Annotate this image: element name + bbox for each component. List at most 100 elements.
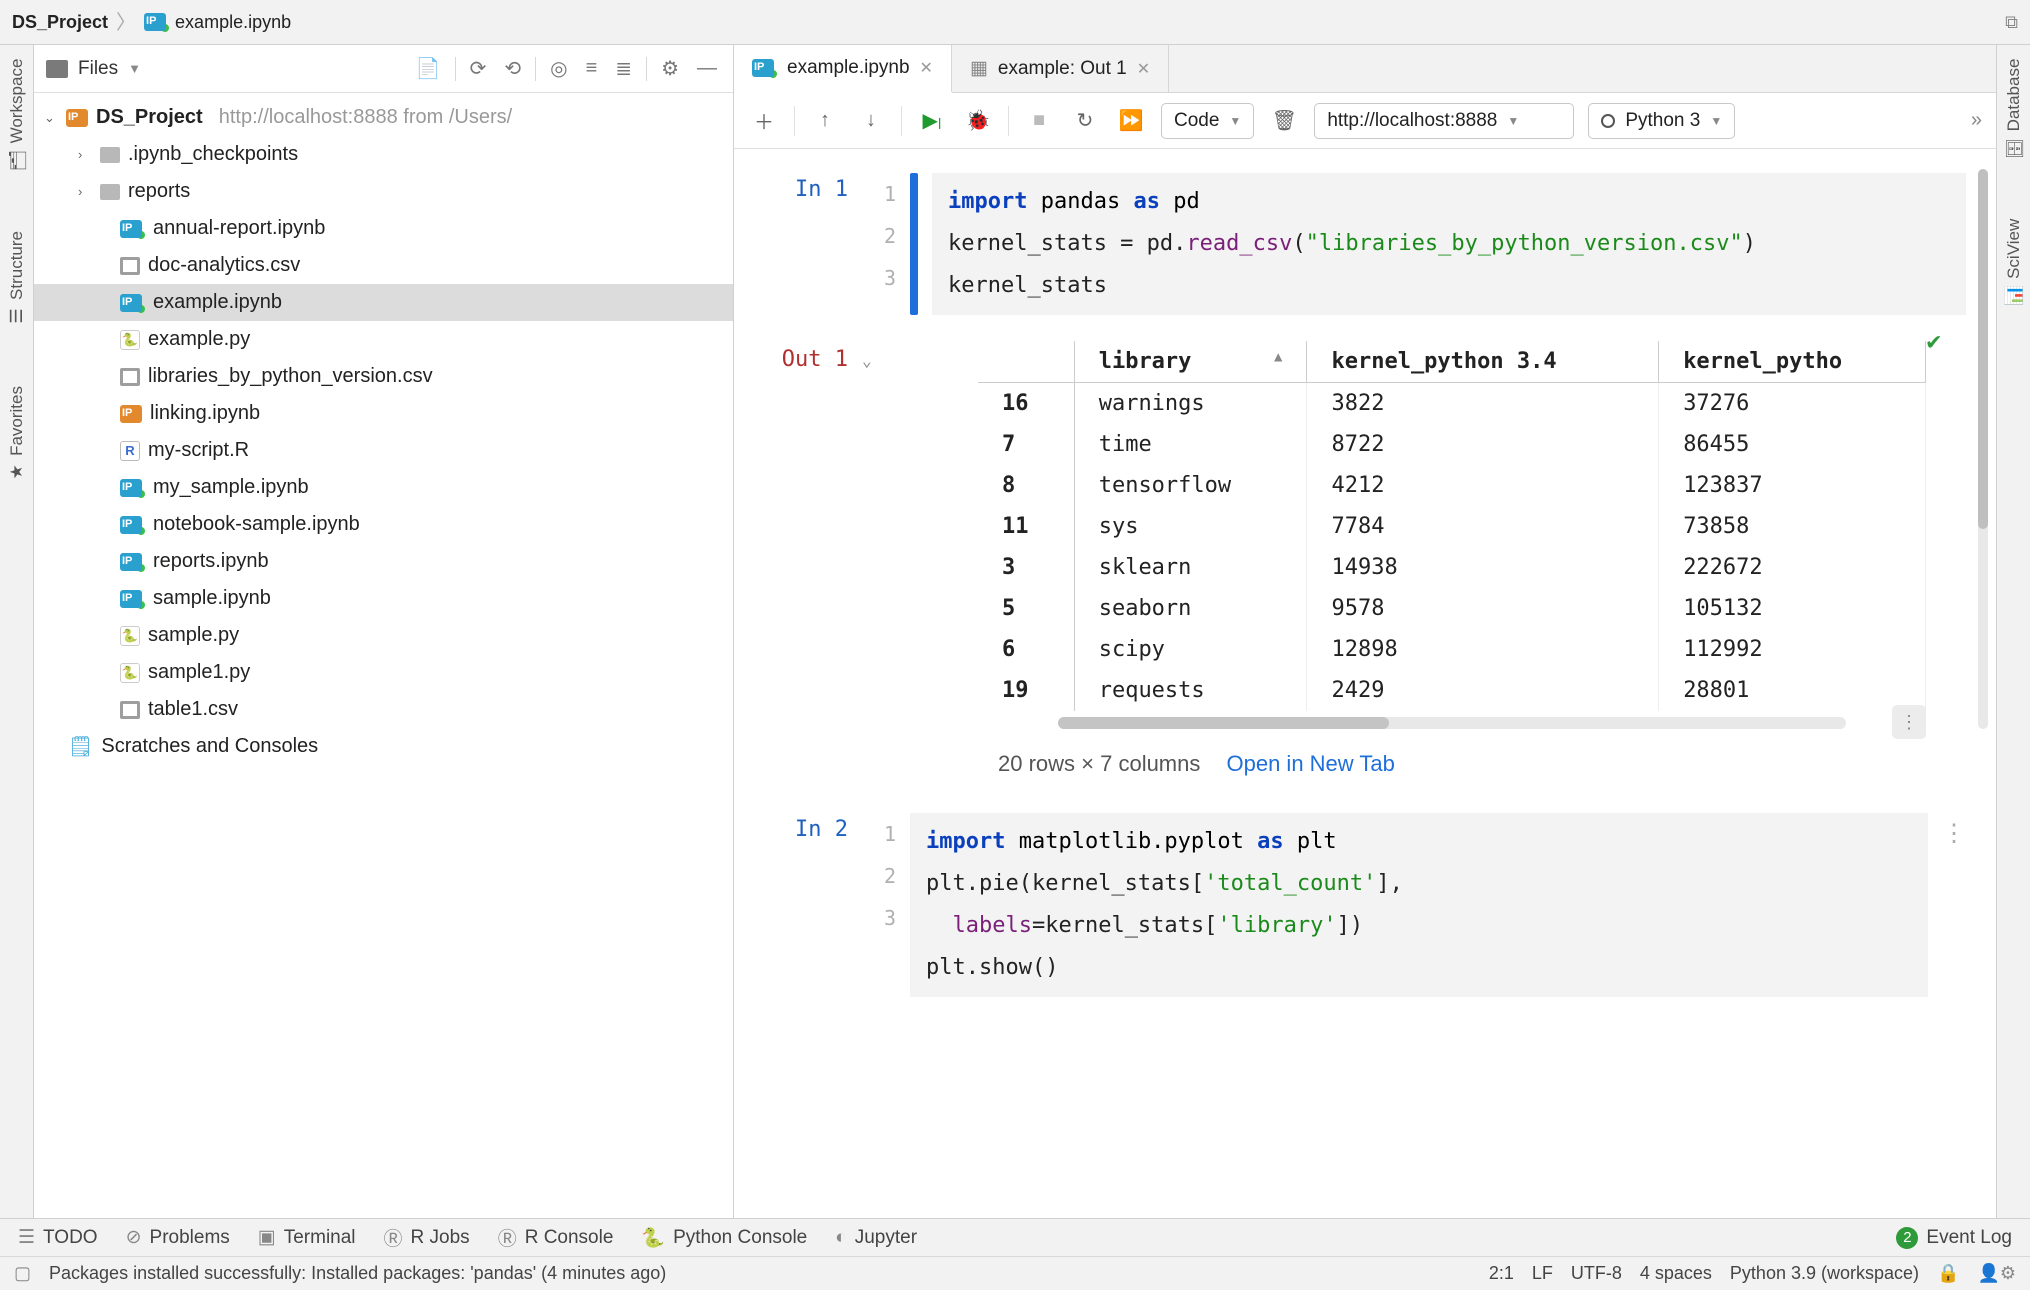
breadcrumb[interactable]: DS_Project 〉 example.ipynb [12,6,291,39]
editor-tab[interactable]: example.ipynb ✕ [734,45,952,93]
restart-kernel-icon[interactable]: ↻ [1069,105,1101,137]
table-row[interactable]: 19 requests 2429 28801 [978,670,1926,711]
cell-more-actions-icon[interactable]: ⋮ [1942,819,1966,997]
tree-root[interactable]: ⌄ DS_Project http://localhost:8888 from … [34,99,733,136]
rail-database[interactable]: 🗄Database [2004,53,2024,165]
tw-python-console[interactable]: 🐍Python Console [641,1226,807,1250]
table-header[interactable]: kernel_pytho [1659,341,1926,383]
chevron-down-icon[interactable]: ▼ [128,61,141,76]
sort-indicator-icon[interactable]: ▲ [1274,349,1282,365]
code-cell-2[interactable]: In 2 123 import matplotlib.pyplot as plt… [768,813,1966,997]
tree-item[interactable]: libraries_by_python_version.csv [34,358,733,395]
lock-icon[interactable]: 🔒 [1937,1263,1959,1284]
add-cell-icon[interactable]: ＋ [748,105,780,137]
tree-item[interactable]: reports.ipynb [34,543,733,580]
breadcrumb-project[interactable]: DS_Project [12,12,108,33]
vertical-scrollbar[interactable] [1978,169,1988,729]
move-cell-up-icon[interactable]: ↑ [809,105,841,137]
tree-item[interactable]: notebook-sample.ipynb [34,506,733,543]
status-line-sep[interactable]: LF [1532,1263,1553,1284]
table-header[interactable]: kernel_python 3.4 [1307,341,1659,383]
hide-pane-icon[interactable]: — [693,55,721,82]
table-row[interactable]: 7 time 8722 86455 [978,424,1926,465]
tree-item[interactable]: annual-report.ipynb [34,210,733,247]
run-all-icon[interactable]: ⏩ [1115,105,1147,137]
table-row[interactable]: 16 warnings 3822 37276 [978,383,1926,425]
status-tool-windows-icon[interactable]: ▢ [14,1263,31,1284]
ide-settings-icon[interactable]: 👤⚙ [1977,1263,2016,1284]
tree-item[interactable]: sample.ipynb [34,580,733,617]
delete-cell-icon[interactable]: 🗑 [1268,105,1300,137]
tw-r-console[interactable]: ⓇR Console [498,1224,614,1251]
project-view-selector[interactable]: Files [78,58,118,80]
run-cell-icon[interactable]: ▶ꟾ [916,105,948,137]
output-more-actions-icon[interactable]: ⋮ [1892,705,1926,739]
tree-item[interactable]: › reports [34,173,733,210]
table-row[interactable]: 5 seaborn 9578 105132 [978,588,1926,629]
locate-icon[interactable]: ◎ [546,54,571,83]
table-header[interactable] [978,341,1074,383]
debug-icon[interactable]: 🐞 [962,105,994,137]
rail-workspace[interactable]: 🗂Workspace [7,53,27,177]
tree-item[interactable]: my-script.R [34,432,733,469]
twisty-icon[interactable]: › [78,184,92,199]
rail-structure[interactable]: ☰Structure [7,225,27,332]
tree-item[interactable]: sample1.py [34,654,733,691]
server-selector[interactable]: http://localhost:8888▼ [1314,103,1574,139]
status-interpreter[interactable]: Python 3.9 (workspace) [1730,1263,1919,1284]
code-editor[interactable]: import matplotlib.pyplot as plt plt.pie(… [910,813,1928,997]
tree-scratches[interactable]: 🗒 Scratches and Consoles [34,728,733,765]
code-cell-1[interactable]: In 1 123 import pandas as pd kernel_stat… [768,173,1966,315]
close-tab-icon[interactable]: ✕ [1137,59,1150,79]
horizontal-scrollbar[interactable] [1058,717,1846,729]
tw-jupyter[interactable]: ◐Jupyter [835,1227,917,1249]
expand-all-icon[interactable]: ≡ [582,55,602,82]
notebook-editor[interactable]: ✔ In 1 123 import pandas as pd kernel_st… [734,149,1996,1218]
status-indent[interactable]: 4 spaces [1640,1263,1712,1284]
rail-favorites[interactable]: ★Favorites [7,380,27,488]
tree-item[interactable]: › .ipynb_checkpoints [34,136,733,173]
tw-terminal[interactable]: ▣Terminal [258,1226,356,1249]
table-row[interactable]: 11 sys 7784 73858 [978,506,1926,547]
twisty-icon[interactable]: › [78,147,92,162]
tw-event-log[interactable]: 2Event Log [1896,1227,2012,1249]
move-cell-down-icon[interactable]: ↓ [855,105,887,137]
status-caret-pos[interactable]: 2:1 [1489,1263,1514,1284]
status-encoding[interactable]: UTF-8 [1571,1263,1622,1284]
collapse-output-icon[interactable]: ⌄ [862,341,884,777]
dataframe-table[interactable]: library▲kernel_python 3.4kernel_pytho 16… [978,341,1926,711]
open-in-new-window-icon[interactable]: ⧉ [2005,12,2018,33]
table-row[interactable]: 8 tensorflow 4212 123837 [978,465,1926,506]
reload-down-icon[interactable]: ⟲ [500,54,525,83]
kernel-selector[interactable]: Python 3▼ [1588,103,1735,139]
toolbar-overflow-icon[interactable]: » [1971,109,1982,132]
tree-item[interactable]: linking.ipynb [34,395,733,432]
rail-sciview[interactable]: 📊SciView [2004,213,2024,312]
code-editor[interactable]: import pandas as pd kernel_stats = pd.re… [932,173,1966,315]
breadcrumb-file[interactable]: example.ipynb [175,12,291,33]
table-row[interactable]: 3 sklearn 14938 222672 [978,547,1926,588]
twisty-icon[interactable]: ⌄ [44,110,58,126]
tree-item[interactable]: table1.csv [34,691,733,728]
project-tree[interactable]: ⌄ DS_Project http://localhost:8888 from … [34,93,733,771]
stop-icon[interactable]: ■ [1023,105,1055,137]
editor-tab[interactable]: ▦example: Out 1 ✕ [952,45,1169,92]
tree-item[interactable]: sample.py [34,617,733,654]
close-tab-icon[interactable]: ✕ [920,58,933,78]
tree-item[interactable]: example.ipynb [34,284,733,321]
tw-problems[interactable]: ⊘Problems [126,1226,230,1249]
tw-r-jobs[interactable]: ⓇR Jobs [384,1224,470,1251]
settings-gear-icon[interactable]: ⚙ [657,54,683,83]
tree-item[interactable]: my_sample.ipynb [34,469,733,506]
collapse-all-icon[interactable]: ≣ [611,54,636,83]
table-header[interactable]: library▲ [1074,341,1307,383]
tw-todo[interactable]: ☰TODO [18,1226,98,1249]
tree-item[interactable]: doc-analytics.csv [34,247,733,284]
sync-icon[interactable]: ⟳ [466,54,491,83]
open-in-new-tab-link[interactable]: Open in New Tab [1227,751,1395,776]
new-file-icon[interactable]: 📄 [412,54,445,83]
project-view-icon[interactable] [46,60,68,78]
table-row[interactable]: 6 scipy 12898 112992 [978,629,1926,670]
tree-item[interactable]: example.py [34,321,733,358]
cell-type-selector[interactable]: Code▼ [1161,103,1254,139]
